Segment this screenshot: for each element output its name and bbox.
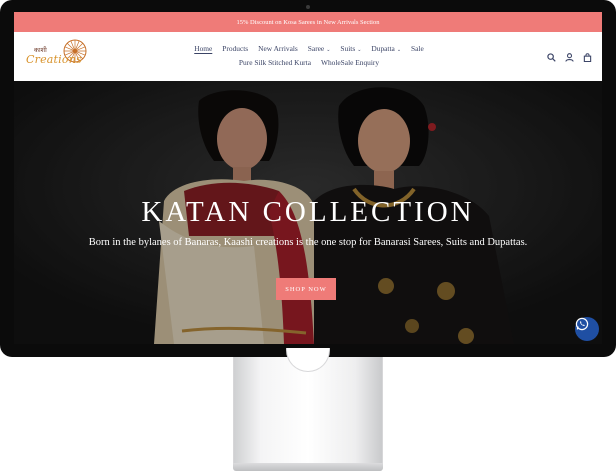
nav-item-label: Home bbox=[194, 43, 213, 53]
main-nav: Home Products New Arrivals Saree ⌄ Suits ⌄ Dupa… bbox=[164, 41, 454, 69]
nav-item-label: Saree bbox=[307, 43, 325, 53]
chevron-down-icon: ⌄ bbox=[357, 47, 362, 53]
site-header: काशी Creations Home Products New Arrivals S… bbox=[14, 32, 602, 81]
nav-item-label: Dupatta bbox=[371, 43, 395, 53]
announcement-bar[interactable]: 15% Discount on Kosa Sarees in New Arriv… bbox=[14, 12, 602, 32]
nav-item-sale[interactable]: Sale bbox=[411, 44, 424, 53]
announcement-text: 15% Discount on Kosa Sarees in New Arriv… bbox=[236, 18, 380, 26]
logo-script-text: Creations bbox=[26, 53, 82, 66]
header-icons bbox=[547, 49, 592, 63]
hero-banner: KATAN COLLECTION Born in the bylanes of … bbox=[14, 81, 602, 344]
monitor-frame: 15% Discount on Kosa Sarees in New Arriv… bbox=[0, 0, 616, 357]
search-icon[interactable] bbox=[547, 49, 556, 62]
nav-item-pure-silk-stitched-kurta[interactable]: Pure Silk Stitched Kurta bbox=[239, 58, 311, 67]
chevron-down-icon: ⌄ bbox=[396, 47, 402, 53]
camera-dot bbox=[306, 5, 310, 9]
nav-item-label: Pure Silk Stitched Kurta bbox=[238, 57, 311, 67]
monitor-stand-base bbox=[233, 463, 383, 471]
nav-item-products[interactable]: Products bbox=[222, 44, 248, 53]
monitor-stand bbox=[233, 357, 383, 465]
nav-item-dupatta[interactable]: Dupatta ⌄ bbox=[371, 44, 401, 53]
nav-item-new-arrivals[interactable]: New Arrivals bbox=[258, 44, 298, 53]
nav-item-label: WholeSale Enquiry bbox=[320, 57, 380, 67]
nav-item-label: Sale bbox=[411, 43, 424, 53]
cart-icon[interactable] bbox=[583, 49, 592, 63]
shop-now-button[interactable]: SHOP NOW bbox=[276, 278, 336, 300]
whatsapp-chat-button[interactable] bbox=[575, 317, 599, 341]
whatsapp-icon bbox=[575, 317, 589, 331]
nav-row-secondary: Pure Silk Stitched Kurta WholeSale Enquir… bbox=[164, 55, 454, 69]
nav-item-wholesale-enquiry[interactable]: WholeSale Enquiry bbox=[321, 58, 379, 67]
hero-title: KATAN COLLECTION bbox=[141, 196, 475, 228]
nav-item-label: New Arrivals bbox=[258, 43, 298, 53]
nav-item-saree[interactable]: Saree ⌄ bbox=[308, 44, 331, 53]
nav-row-primary: Home Products New Arrivals Saree ⌄ Suits ⌄ Dupa… bbox=[164, 41, 454, 55]
screen: 15% Discount on Kosa Sarees in New Arriv… bbox=[14, 12, 602, 344]
hero-subtitle: Born in the bylanes of Banaras, Kaashi c… bbox=[88, 237, 528, 248]
nav-item-label: Products bbox=[222, 43, 249, 53]
nav-item-home[interactable]: Home bbox=[194, 44, 212, 53]
site-logo[interactable]: काशी Creations bbox=[26, 38, 94, 74]
nav-item-label: Suits bbox=[340, 43, 356, 53]
account-icon[interactable] bbox=[565, 49, 574, 62]
chevron-down-icon: ⌄ bbox=[326, 47, 331, 53]
nav-item-suits[interactable]: Suits ⌄ bbox=[340, 44, 361, 53]
